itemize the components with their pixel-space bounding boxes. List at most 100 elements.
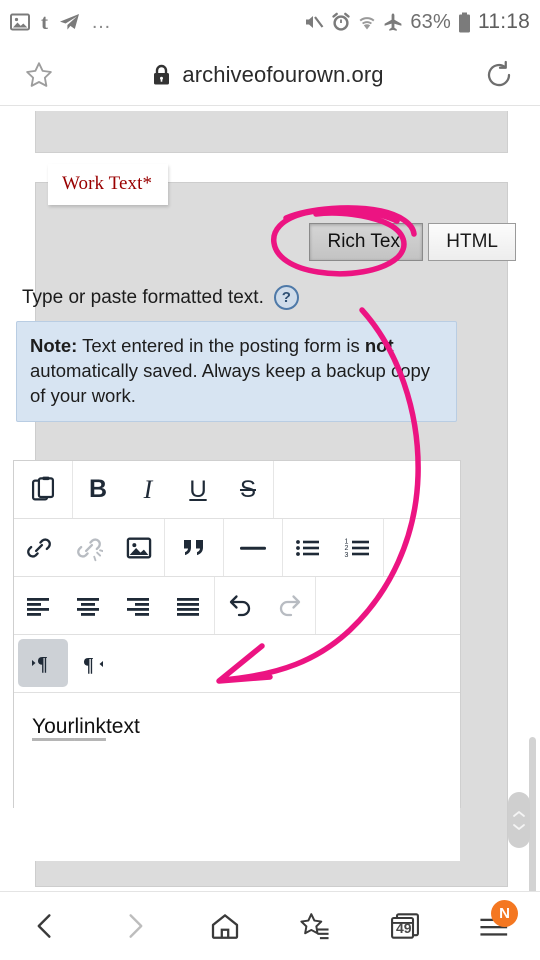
align-left-icon[interactable] <box>14 577 64 634</box>
image-icon <box>10 12 30 32</box>
align-right-icon[interactable] <box>114 577 164 634</box>
note-emphasis: not <box>364 335 394 356</box>
rich-text-mode-button[interactable]: Rich Text <box>309 223 424 261</box>
back-button[interactable] <box>0 892 90 960</box>
lock-icon <box>152 64 171 86</box>
toolbar-row-3 <box>14 577 460 635</box>
web-page-content: Work Text* Rich Text HTML Type or paste … <box>0 107 540 891</box>
page-scrollbar[interactable] <box>529 737 536 891</box>
clock-time: 11:18 <box>478 10 530 33</box>
note-label: Note: <box>30 335 78 356</box>
toolbar-group-direction: ¶ ¶ <box>14 635 460 692</box>
toolbar-row-1-filler <box>274 461 460 518</box>
bold-glyph: B <box>88 475 108 503</box>
chevron-left-icon <box>37 914 51 938</box>
home-button[interactable] <box>180 892 270 960</box>
wifi-icon <box>358 12 376 32</box>
toolbar-group-quote <box>165 519 224 576</box>
bulleted-list-icon[interactable] <box>283 519 333 576</box>
redo-icon[interactable] <box>265 577 315 634</box>
editor-word-1: Your <box>32 715 75 738</box>
toolbar-group-lists: 123 <box>283 519 384 576</box>
tab-count-label: 49 <box>395 919 412 936</box>
editor-word-2: link <box>74 715 106 738</box>
editor-hint-text: Type or paste formatted text. <box>22 286 264 308</box>
tumblr-icon: t <box>41 9 48 34</box>
telegram-icon <box>59 12 80 32</box>
align-justify-icon[interactable] <box>164 577 214 634</box>
svg-text:¶: ¶ <box>37 653 48 675</box>
toolbar-row-2-filler <box>384 519 460 576</box>
strikethrough-button[interactable]: S <box>223 461 273 518</box>
toolbar-group-text-style: B I U S <box>73 461 274 518</box>
status-bar: t … 63% 11:18 <box>0 0 540 44</box>
work-text-legend-label: Work Text* <box>62 173 153 194</box>
toolbar-group-align <box>14 577 215 634</box>
overflow-dots-icon: … <box>91 11 112 33</box>
rich-text-editor: B I U S 1 2 3 ¶ ¶ Yourlinktext <box>13 460 461 861</box>
toolbar-row-3-filler <box>316 577 460 634</box>
toolbar-row-4: ¶ ¶ <box>14 635 460 693</box>
numbered-list-icon[interactable]: 123 <box>333 519 383 576</box>
star-list-icon <box>300 913 329 940</box>
address-bar[interactable]: archiveofourown.org <box>78 62 458 88</box>
underline-button[interactable]: U <box>173 461 223 518</box>
menu-button[interactable]: N <box>450 892 540 960</box>
horizontal-rule-icon[interactable] <box>224 519 282 576</box>
blockquote-icon[interactable] <box>165 519 223 576</box>
unlink-icon[interactable] <box>64 519 114 576</box>
battery-percent: 63% <box>410 10 451 33</box>
note-body-2: automatically saved. Always keep a backu… <box>30 360 431 406</box>
work-text-legend: Work Text* <box>48 164 169 205</box>
strikethrough-glyph: S <box>239 475 256 503</box>
alarm-icon <box>331 12 351 32</box>
url-text: archiveofourown.org <box>182 61 384 87</box>
home-icon <box>211 914 239 939</box>
toolbar-row-1: B I U S <box>14 461 460 519</box>
note-body-1: Text entered in the posting form is <box>77 335 365 356</box>
status-bar-right: 63% 11:18 <box>304 10 530 34</box>
forward-button[interactable] <box>90 892 180 960</box>
mute-icon <box>304 12 324 32</box>
italic-glyph: I <box>143 474 153 504</box>
editor-mode-toggle: Rich Text HTML <box>309 223 516 261</box>
image-icon[interactable] <box>114 519 164 576</box>
text-direction-rtl-icon[interactable]: ¶ <box>70 635 120 692</box>
status-bar-left: t … <box>10 10 112 35</box>
previous-form-section <box>35 111 508 153</box>
battery-icon <box>458 12 471 33</box>
bookmark-button[interactable] <box>0 60 78 90</box>
reload-button[interactable] <box>458 60 540 90</box>
underline-glyph: U <box>189 475 207 503</box>
italic-button[interactable]: I <box>123 461 173 518</box>
tabs-button[interactable]: 49 <box>360 892 450 960</box>
menu-notification-badge: N <box>491 900 518 927</box>
html-mode-button[interactable]: HTML <box>428 223 516 261</box>
airplane-mode-icon <box>383 12 403 32</box>
align-center-icon[interactable] <box>64 577 114 634</box>
editor-content-area[interactable]: Your link text <box>14 693 460 861</box>
chevron-right-icon <box>129 914 143 938</box>
text-direction-ltr-icon[interactable]: ¶ <box>18 639 68 687</box>
note-callout: Note: Text entered in the posting form i… <box>16 321 457 422</box>
editor-hint-row: Type or paste formatted text. ? <box>22 285 299 310</box>
bookmarks-button[interactable] <box>270 892 360 960</box>
toolbar-group-insert <box>14 519 165 576</box>
browser-url-bar: archiveofourown.org <box>0 44 540 106</box>
phone-screen: t … 63% 11:18 archiveofourown.org Work T… <box>0 0 540 960</box>
toolbar-row-2: 123 <box>14 519 460 577</box>
svg-text:¶: ¶ <box>83 654 94 676</box>
undo-icon[interactable] <box>215 577 265 634</box>
editor-word-3: text <box>105 715 140 738</box>
toolbar-group-rule <box>224 519 283 576</box>
paste-icon[interactable] <box>14 461 72 518</box>
chevron-down-icon <box>513 823 525 830</box>
editor-resize-handle[interactable] <box>508 792 530 848</box>
bold-button[interactable]: B <box>73 461 123 518</box>
toolbar-group-history <box>215 577 316 634</box>
link-icon[interactable] <box>14 519 64 576</box>
toolbar-group-clipboard <box>14 461 73 518</box>
browser-bottom-nav: 49 N <box>0 891 540 960</box>
question-mark-icon[interactable]: ? <box>273 285 299 310</box>
svg-text:3: 3 <box>345 551 349 558</box>
